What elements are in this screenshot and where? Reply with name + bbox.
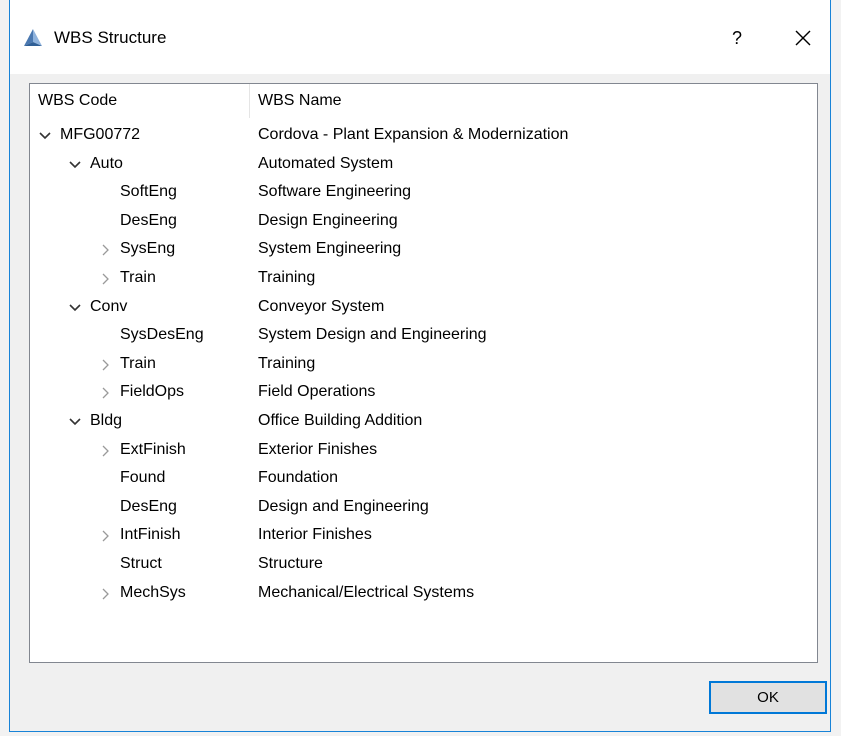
wbs-name: Software Engineering (258, 183, 411, 201)
wbs-code: Train (120, 354, 156, 372)
wbs-code: IntFinish (120, 526, 181, 544)
wbs-code: SoftEng (120, 183, 177, 201)
chevron-right-icon[interactable] (98, 243, 112, 257)
tree-row[interactable]: Train Training (30, 351, 817, 380)
wbs-name: Structure (258, 554, 323, 572)
wbs-name: Automated System (258, 154, 394, 172)
tree-row[interactable]: SysDesEng System Design and Engineering (30, 322, 817, 351)
wbs-name: Interior Finishes (258, 526, 372, 544)
wbs-structure-dialog: WBS Structure ? WBS Code WBS Name MFG007… (9, 0, 831, 732)
tree-row[interactable]: SysEng System Engineering (30, 236, 817, 265)
wbs-name: Foundation (258, 469, 339, 487)
tree-row[interactable]: DesEng Design and Engineering (30, 494, 817, 523)
wbs-code: DesEng (120, 211, 177, 229)
chevron-right-icon[interactable] (98, 587, 112, 601)
column-header-wbs-code[interactable]: WBS Code (38, 92, 117, 110)
wbs-name: Training (258, 268, 316, 286)
wbs-name: Design and Engineering (258, 497, 429, 515)
wbs-name: Field Operations (258, 383, 376, 401)
wbs-code: Struct (120, 554, 162, 572)
chevron-down-icon[interactable] (68, 301, 82, 315)
chevron-right-icon[interactable] (98, 358, 112, 372)
app-triangle-icon (24, 29, 42, 46)
wbs-code: Auto (90, 154, 123, 172)
tree-row[interactable]: IntFinish Interior Finishes (30, 522, 817, 551)
tree-row[interactable]: Train Training (30, 265, 817, 294)
wbs-name: Office Building Addition (258, 411, 423, 429)
chevron-down-icon[interactable] (68, 415, 82, 429)
chevron-right-icon[interactable] (98, 386, 112, 400)
ok-button[interactable]: OK (709, 681, 827, 714)
tree-row[interactable]: DesEng Design Engineering (30, 208, 817, 237)
wbs-code: DesEng (120, 497, 177, 515)
close-icon (795, 30, 811, 46)
chevron-right-icon[interactable] (98, 444, 112, 458)
title-bar[interactable]: WBS Structure ? (10, 0, 830, 74)
wbs-name: Mechanical/Electrical Systems (258, 583, 475, 601)
wbs-name: System Design and Engineering (258, 326, 487, 344)
tree-row[interactable]: SoftEng Software Engineering (30, 179, 817, 208)
tree-row[interactable]: Found Foundation (30, 465, 817, 494)
wbs-code: Found (120, 469, 166, 487)
tree-rows: MFG00772 Cordova - Plant Expansion & Mode… (30, 122, 817, 608)
wbs-code: FieldOps (120, 383, 185, 401)
wbs-name: System Engineering (258, 240, 402, 258)
chevron-right-icon[interactable] (98, 272, 112, 286)
dialog-title: WBS Structure (54, 28, 167, 47)
wbs-tree[interactable]: WBS Code WBS Name MFG00772 Cordova - Plan… (29, 83, 818, 663)
wbs-name: Cordova - Plant Expansion & Modernizatio… (258, 126, 569, 143)
column-header-wbs-name[interactable]: WBS Name (258, 92, 342, 110)
tree-row[interactable]: Struct Structure (30, 551, 817, 580)
wbs-code: MechSys (120, 583, 186, 601)
tree-row[interactable]: FieldOps Field Operations (30, 379, 817, 408)
wbs-code: Train (120, 268, 156, 286)
wbs-name: Training (258, 354, 316, 372)
wbs-code: MFG00772 (60, 126, 141, 143)
help-button[interactable]: ? (716, 18, 758, 58)
tree-header: WBS Code WBS Name (30, 84, 817, 118)
wbs-code: SysEng (120, 240, 176, 258)
wbs-code: Bldg (90, 411, 123, 429)
wbs-name: Design Engineering (258, 211, 398, 229)
wbs-code: ExtFinish (120, 440, 186, 458)
tree-row[interactable]: MechSys Mechanical/Electrical Systems (30, 580, 817, 609)
tree-row[interactable]: ExtFinish Exterior Finishes (30, 437, 817, 466)
tree-row[interactable]: Auto Automated System (30, 151, 817, 180)
chevron-down-icon[interactable] (68, 158, 82, 172)
wbs-code: SysDesEng (120, 326, 204, 344)
wbs-code: Conv (90, 297, 128, 315)
tree-row[interactable]: Conv Conveyor System (30, 294, 817, 323)
wbs-name: Conveyor System (258, 297, 385, 315)
close-button[interactable] (782, 18, 824, 58)
tree-row[interactable]: MFG00772 Cordova - Plant Expansion & Mode… (30, 122, 817, 151)
column-divider[interactable] (249, 84, 250, 118)
chevron-down-icon[interactable] (38, 129, 52, 143)
chevron-right-icon[interactable] (98, 529, 112, 543)
wbs-name: Exterior Finishes (258, 440, 378, 458)
tree-row[interactable]: Bldg Office Building Addition (30, 408, 817, 437)
